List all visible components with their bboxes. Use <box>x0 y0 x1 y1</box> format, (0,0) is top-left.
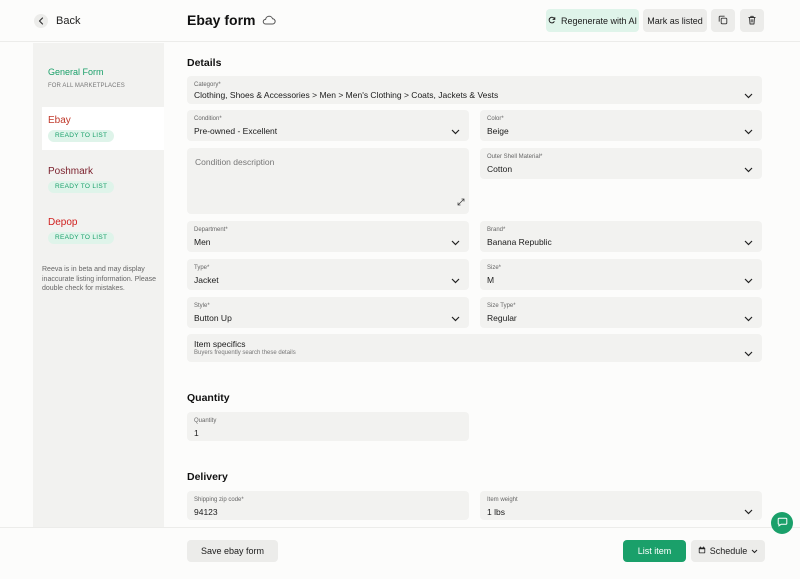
status-badge: READY TO LIST <box>48 130 115 142</box>
item-specifics-label: Item specifics <box>194 339 246 349</box>
type-value: Jacket <box>194 275 219 285</box>
mark-as-listed-label: Mark as listed <box>647 15 703 26</box>
page-title: Ebay form <box>187 12 277 28</box>
beta-disclaimer: Reeva is in beta and may display inaccur… <box>42 266 157 292</box>
category-value: Clothing, Shoes & Accessories > Men > Me… <box>194 90 499 100</box>
chevron-down-icon <box>744 502 753 520</box>
bottom-action-bar: Save ebay form List item Schedule <box>0 527 800 579</box>
quantity-input[interactable]: Quantity 1 <box>187 412 469 441</box>
size-select[interactable]: Size* M <box>480 259 762 290</box>
sidebar-item-label: Depop <box>48 217 78 228</box>
type-select[interactable]: Type* Jacket <box>187 259 469 290</box>
chevron-down-icon <box>744 309 753 327</box>
condition-label: Condition* <box>194 116 222 122</box>
size-type-value: Regular <box>487 313 517 323</box>
regenerate-with-ai-button[interactable]: Regenerate with AI <box>546 9 639 32</box>
weight-label: Item weight <box>487 497 518 503</box>
style-value: Button Up <box>194 313 232 323</box>
sidebar-item-label: Poshmark <box>48 166 94 177</box>
condition-description-placeholder: Condition description <box>195 157 275 167</box>
page-title-text: Ebay form <box>187 12 256 28</box>
back-button[interactable]: Back <box>34 12 80 30</box>
zip-label: Shipping zip code* <box>194 497 244 503</box>
refresh-icon <box>548 16 556 26</box>
condition-select[interactable]: Condition* Pre-owned - Excellent <box>187 110 469 141</box>
zip-value: 94123 <box>194 507 218 517</box>
resize-handle-icon[interactable] <box>457 193 465 211</box>
item-weight-select[interactable]: Item weight 1 lbs <box>480 491 762 520</box>
details-heading: Details <box>187 57 222 69</box>
quantity-label: Quantity <box>194 418 217 424</box>
outer-shell-material-select[interactable]: Outer Shell Material* Cotton <box>480 148 762 179</box>
chat-support-button[interactable] <box>771 512 793 534</box>
outer-shell-label: Outer Shell Material* <box>487 154 543 160</box>
quantity-value: 1 <box>194 428 199 438</box>
copy-icon <box>718 12 728 30</box>
chevron-left-icon <box>34 14 48 28</box>
chevron-down-icon <box>744 233 753 251</box>
brand-label: Brand* <box>487 227 506 233</box>
size-label: Size* <box>487 265 502 271</box>
sidebar-item-label: Ebay <box>48 115 71 126</box>
regenerate-label: Regenerate with AI <box>560 15 638 26</box>
chat-icon <box>777 514 788 532</box>
chevron-down-icon <box>744 160 753 178</box>
status-badge: READY TO LIST <box>48 232 115 244</box>
outer-shell-value: Cotton <box>487 164 513 174</box>
item-specifics-expander[interactable]: Item specifics Buyers frequently search … <box>187 334 762 362</box>
save-ebay-form-button[interactable]: Save ebay form <box>187 540 278 562</box>
general-form-subtitle: FOR ALL MARKETPLACES <box>48 83 125 89</box>
chevron-down-icon <box>744 344 753 362</box>
chevron-down-icon <box>744 122 753 140</box>
color-label: Color* <box>487 116 504 122</box>
schedule-label: Schedule <box>709 546 748 556</box>
type-label: Type* <box>194 265 210 271</box>
sidebar-item-general-form[interactable]: General Form <box>48 67 104 77</box>
calendar-icon <box>698 546 706 556</box>
category-select[interactable]: Category* Clothing, Shoes & Accessories … <box>187 76 762 104</box>
color-value: Beige <box>487 126 509 136</box>
chevron-down-icon <box>451 309 460 327</box>
chevron-down-icon <box>744 271 753 289</box>
sidebar-item-poshmark[interactable]: Poshmark READY TO LIST <box>42 158 164 201</box>
cloud-icon <box>262 15 277 25</box>
duplicate-button[interactable] <box>711 9 735 32</box>
chevron-down-icon <box>451 271 460 289</box>
chevron-down-icon <box>451 233 460 251</box>
department-label: Department* <box>194 227 228 233</box>
list-item-button[interactable]: List item <box>623 540 686 562</box>
quantity-heading: Quantity <box>187 392 230 404</box>
item-specifics-subtitle: Buyers frequently search these details <box>194 350 296 356</box>
color-select[interactable]: Color* Beige <box>480 110 762 141</box>
schedule-button[interactable]: Schedule <box>691 540 765 562</box>
delivery-heading: Delivery <box>187 471 228 483</box>
sidebar-item-depop[interactable]: Depop READY TO LIST <box>42 209 164 252</box>
back-label: Back <box>56 15 81 27</box>
chevron-down-icon <box>751 546 758 556</box>
category-label: Category* <box>194 82 221 88</box>
status-badge: READY TO LIST <box>48 181 115 193</box>
size-value: M <box>487 275 495 285</box>
size-type-select[interactable]: Size Type* Regular <box>480 297 762 328</box>
department-select[interactable]: Department* Men <box>187 221 469 252</box>
brand-value: Banana Republic <box>487 237 552 247</box>
delete-button[interactable] <box>740 9 764 32</box>
style-label: Style* <box>194 303 210 309</box>
department-value: Men <box>194 237 211 247</box>
sidebar-item-ebay[interactable]: Ebay READY TO LIST <box>42 107 164 150</box>
size-type-label: Size Type* <box>487 303 516 309</box>
brand-select[interactable]: Brand* Banana Republic <box>480 221 762 252</box>
main-form: Details Category* Clothing, Shoes & Acce… <box>164 43 800 527</box>
style-select[interactable]: Style* Button Up <box>187 297 469 328</box>
top-bar: Back Ebay form Regenerate with AI Mark a… <box>0 0 800 42</box>
condition-description-textarea[interactable]: Condition description <box>187 148 469 214</box>
chevron-down-icon <box>451 122 460 140</box>
shipping-zip-input[interactable]: Shipping zip code* 94123 <box>187 491 469 520</box>
mark-as-listed-button[interactable]: Mark as listed <box>643 9 707 32</box>
sidebar: General Form FOR ALL MARKETPLACES Ebay R… <box>33 43 164 527</box>
condition-value: Pre-owned - Excellent <box>194 126 278 136</box>
chevron-down-icon <box>744 86 753 104</box>
trash-icon <box>747 12 757 30</box>
weight-value: 1 lbs <box>487 507 505 517</box>
